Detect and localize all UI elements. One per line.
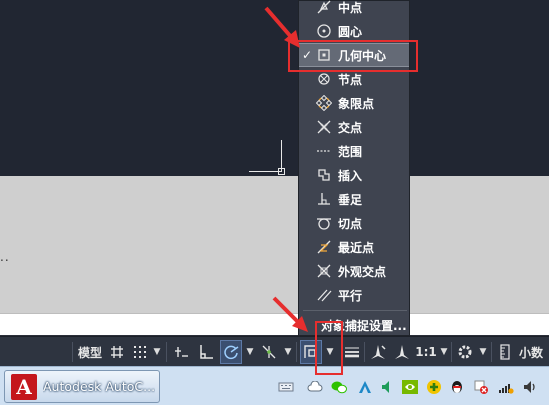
command-dots: .. [0, 250, 10, 264]
snap-menu-item-label: 中点 [338, 0, 363, 15]
snap-menu-item-label: 节点 [338, 72, 363, 87]
snap-menu-item-label: 平行 [338, 288, 363, 303]
sound-speaker-icon[interactable] [380, 379, 396, 395]
scale-dropdown-chevron-icon[interactable]: ▼ [438, 340, 450, 364]
annotation-scale-button[interactable]: 1:1 [415, 340, 437, 364]
keyboard-icon[interactable] [278, 379, 294, 395]
snap-menu-item-label: 交点 [338, 120, 363, 135]
workspace-gear-icon[interactable] [455, 340, 475, 364]
midpoint-icon [315, 0, 333, 16]
snap-mode-icon[interactable] [131, 340, 149, 364]
windows-taskbar: A Autodesk AutoC... [0, 366, 549, 405]
snap-menu-item-nearest[interactable]: 最近点 [299, 235, 409, 259]
units-button[interactable]: 小数 [519, 340, 549, 364]
node-icon [315, 70, 333, 88]
insertion-icon [315, 166, 333, 184]
status-separator [364, 342, 365, 362]
snap-menu-item-label: 范围 [338, 144, 363, 159]
status-bar: 模型 ▼ ▼ ▼ ▼ 1:1 ▼ ▼ 小数 [0, 336, 549, 366]
autodesk-a360-icon[interactable] [357, 379, 373, 395]
polar-dropdown-chevron-icon[interactable]: ▼ [244, 340, 256, 364]
security-plus-icon[interactable] [426, 379, 442, 395]
qq-penguin-icon[interactable] [449, 379, 465, 395]
lineweight-icon[interactable] [342, 340, 362, 364]
menu-divider [303, 310, 407, 311]
snap-menu-item-extension[interactable]: 范围 [299, 139, 409, 163]
snap-menu-item-tangent[interactable]: 切点 [299, 211, 409, 235]
highlight-box-object-snap [315, 321, 343, 375]
snap-menu-item-label: 插入 [338, 168, 363, 183]
auto-scale-icon[interactable] [392, 340, 412, 364]
crosshair-pickbox [278, 168, 285, 175]
snap-menu-item-label: 切点 [338, 216, 363, 231]
snap-menu-item-insertion[interactable]: 插入 [299, 163, 409, 187]
snap-dropdown-chevron-icon[interactable]: ▼ [151, 340, 163, 364]
nearest-icon [315, 238, 333, 256]
autocad-logo-icon: A [11, 373, 37, 400]
workspace-dropdown-chevron-icon[interactable]: ▼ [477, 340, 489, 364]
intersection-icon [315, 118, 333, 136]
polar-tracking-icon[interactable] [220, 340, 242, 364]
snap-menu-item-midpoint[interactable]: 中点 [299, 0, 409, 19]
grid-icon[interactable] [108, 340, 126, 364]
snap-menu-item-apparent-intersection[interactable]: 外观交点 [299, 259, 409, 283]
snap-menu-item-label: 圆心 [338, 24, 363, 39]
status-separator [491, 342, 492, 362]
cloud-icon[interactable] [307, 379, 323, 395]
infer-constraints-icon[interactable] [171, 340, 191, 364]
snap-menu-item-label: 外观交点 [338, 264, 387, 279]
autocad-taskbar-button[interactable]: A Autodesk AutoC... [4, 370, 160, 403]
volume-icon[interactable] [522, 379, 538, 395]
network-flag-icon[interactable] [473, 379, 489, 395]
annotation-visibility-icon[interactable] [368, 340, 388, 364]
taskbar-app-label: Autodesk AutoC... [43, 379, 156, 394]
units-ruler-icon[interactable] [497, 340, 513, 364]
center-icon [315, 22, 333, 40]
snap-menu-item-label: 垂足 [338, 192, 363, 207]
crosshair-horizontal [249, 171, 281, 172]
annotation-arrow-icon [264, 6, 300, 48]
status-separator [72, 342, 73, 362]
model-tab-button[interactable]: 模型 [76, 340, 104, 364]
nvidia-icon[interactable] [402, 379, 418, 395]
snap-menu-item-label: 最近点 [338, 240, 375, 255]
quadrant-icon [315, 94, 333, 112]
snap-menu-item-intersection[interactable]: 交点 [299, 115, 409, 139]
snap-menu-item-quadrant[interactable]: 象限点 [299, 91, 409, 115]
signal-bars-icon[interactable] [498, 379, 514, 395]
tangent-icon [315, 214, 333, 232]
ortho-mode-icon[interactable] [196, 340, 216, 364]
wechat-icon[interactable] [331, 379, 347, 395]
apparent-intersection-icon [315, 262, 333, 280]
isodraft-icon[interactable] [258, 340, 280, 364]
status-separator [451, 342, 452, 362]
status-separator [296, 342, 297, 362]
snap-menu-item-perpendicular[interactable]: 垂足 [299, 187, 409, 211]
status-separator [166, 342, 167, 362]
perpendicular-icon [315, 190, 333, 208]
snap-menu-item-label: 象限点 [338, 96, 375, 111]
annotation-arrow-icon [272, 296, 308, 332]
extension-icon [315, 142, 333, 160]
isodraft-dropdown-chevron-icon[interactable]: ▼ [282, 340, 294, 364]
